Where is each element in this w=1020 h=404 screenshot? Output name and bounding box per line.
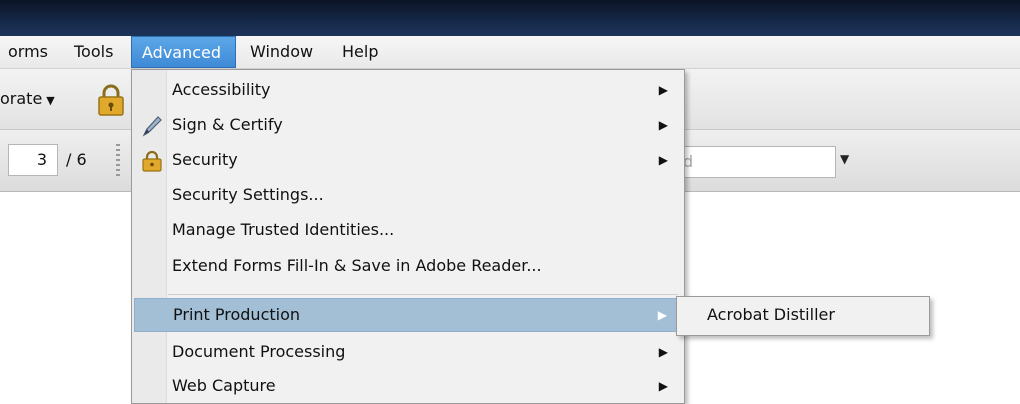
- menu-forms[interactable]: orms: [0, 36, 58, 68]
- collaborate-button[interactable]: orate ▼: [0, 89, 55, 108]
- menu-item-accessibility[interactable]: Accessibility ▶: [134, 74, 682, 108]
- menu-item-manage-trusted-identities[interactable]: Manage Trusted Identities...: [134, 214, 682, 248]
- find-input[interactable]: d: [672, 146, 836, 178]
- find-dropdown-icon[interactable]: ▼: [840, 152, 849, 166]
- menu-item-security-settings[interactable]: Security Settings...: [134, 179, 682, 213]
- menu-item-extend-forms[interactable]: Extend Forms Fill-In & Save in Adobe Rea…: [134, 250, 682, 284]
- menu-item-label: Accessibility: [172, 80, 271, 99]
- menu-item-label: Document Processing: [172, 342, 346, 361]
- menu-item-label: Print Production: [173, 305, 301, 324]
- menu-item-web-capture[interactable]: Web Capture ▶: [134, 370, 682, 404]
- submenu-arrow-icon: ▶: [658, 345, 668, 359]
- toolbar-grip[interactable]: [116, 144, 120, 178]
- menu-item-print-production[interactable]: Print Production ▶: [134, 298, 682, 332]
- menu-tools[interactable]: Tools: [64, 36, 123, 68]
- menu-item-sign-certify[interactable]: Sign & Certify ▶: [134, 109, 682, 143]
- menu-window[interactable]: Window: [240, 36, 323, 68]
- menu-item-label: Extend Forms Fill-In & Save in Adobe Rea…: [172, 256, 542, 275]
- submenu-item-acrobat-distiller[interactable]: Acrobat Distiller: [707, 305, 835, 324]
- menu-help[interactable]: Help: [332, 36, 388, 68]
- menu-item-label: Security Settings...: [172, 185, 324, 204]
- print-production-submenu: Acrobat Distiller: [676, 296, 930, 336]
- submenu-arrow-icon: ▶: [658, 83, 668, 97]
- menu-item-security[interactable]: Security ▶: [134, 144, 682, 178]
- chevron-down-icon: ▼: [46, 94, 55, 107]
- pen-icon: [142, 116, 162, 137]
- submenu-arrow-icon: ▶: [658, 379, 668, 393]
- menu-advanced[interactable]: Advanced: [131, 36, 236, 68]
- page-total: / 6: [66, 150, 87, 169]
- menu-item-label: Web Capture: [172, 376, 276, 395]
- submenu-arrow-icon: ▶: [657, 308, 667, 322]
- collaborate-label: orate: [0, 89, 43, 108]
- menu-item-label: Security: [172, 150, 238, 169]
- window-titlebar: [0, 0, 1020, 36]
- lock-icon[interactable]: [96, 83, 126, 117]
- page-number-input[interactable]: 3: [8, 144, 58, 176]
- submenu-arrow-icon: ▶: [658, 118, 668, 132]
- menu-bar: orms Tools Advanced Window Help: [0, 36, 1020, 69]
- lock-icon: [142, 150, 162, 172]
- menu-item-label: Manage Trusted Identities...: [172, 220, 395, 239]
- submenu-arrow-icon: ▶: [658, 153, 668, 167]
- advanced-menu-dropdown: Accessibility ▶ Sign & Certify ▶ Securit…: [131, 69, 685, 404]
- menu-item-document-processing[interactable]: Document Processing ▶: [134, 336, 682, 370]
- menu-item-label: Sign & Certify: [172, 115, 283, 134]
- menu-separator: [168, 294, 678, 295]
